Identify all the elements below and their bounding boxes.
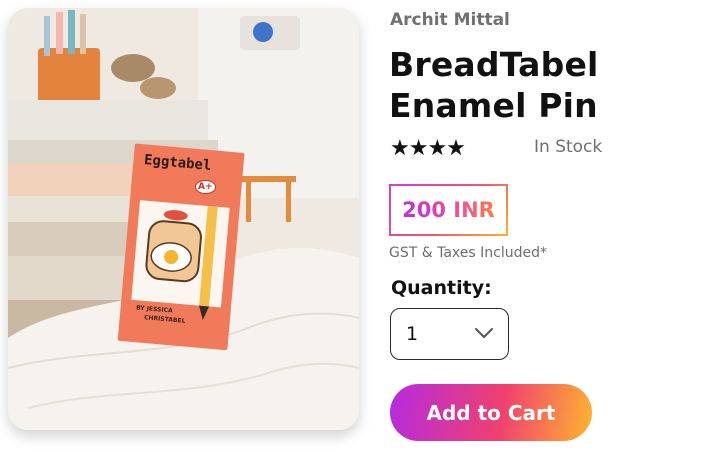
product-title: BreadTabel Enamel Pin (389, 45, 599, 125)
tax-note: GST & Taxes Included* (389, 245, 547, 261)
stock-status: In Stock (534, 137, 603, 157)
quantity-label: Quantity: (391, 277, 492, 299)
price-box: 200 INR (389, 184, 508, 236)
product-photo-illustration (8, 8, 359, 430)
add-to-cart-button[interactable]: Add to Cart (390, 384, 592, 441)
price-box-inner: 200 INR (391, 186, 506, 234)
product-image: Eggtabel A+ BY JESSICA CHRISTABEL (8, 8, 359, 430)
card-grade-badge: A+ (195, 180, 216, 194)
quantity-select[interactable]: 1 (390, 308, 509, 360)
rating-stars: ★★★★ (390, 136, 466, 161)
quantity-value: 1 (406, 323, 419, 345)
chevron-down-icon (475, 328, 493, 338)
price-value: 200 INR (402, 198, 495, 222)
seller-name[interactable]: Archit Mittal (390, 10, 510, 30)
